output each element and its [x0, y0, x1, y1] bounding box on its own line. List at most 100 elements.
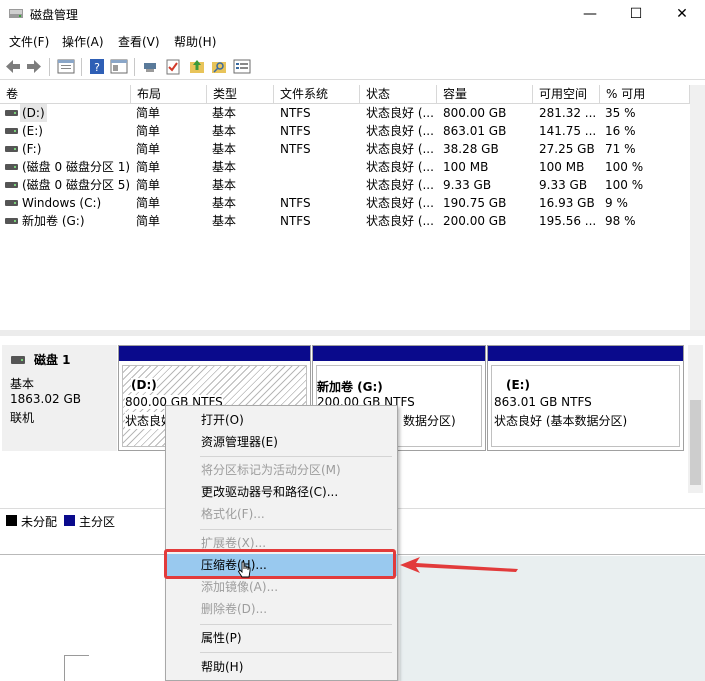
menu-item-explorer[interactable]: 资源管理器(E): [166, 431, 397, 453]
console-tree-icon[interactable]: [57, 58, 75, 75]
menu-item-mark-active: 将分区标记为活动分区(M): [201, 463, 341, 477]
column-header-capacity[interactable]: 容量: [437, 85, 533, 104]
table-row[interactable]: (E:) 简单 基本 NTFS 状态良好 (... 863.01 GB 141.…: [0, 122, 690, 140]
table-vertical-scrollbar[interactable]: [690, 85, 705, 330]
primary-partition-bar: [313, 346, 485, 361]
primary-partition-swatch: [64, 515, 75, 526]
drive-icon: [5, 146, 18, 152]
menu-item-change-drive-letter[interactable]: 更改驱动器号和路径(C)...: [166, 481, 397, 503]
forward-arrow-icon[interactable]: [25, 58, 43, 75]
table-row[interactable]: (磁盘 0 磁盘分区 1) 简单 基本 状态良好 (... 100 MB 100…: [0, 158, 690, 176]
table-row[interactable]: (D:) 简单 基本 NTFS 状态良好 (... 800.00 GB 281.…: [0, 104, 690, 122]
column-header-layout[interactable]: 布局: [131, 85, 207, 104]
column-header-type[interactable]: 类型: [207, 85, 274, 104]
menu-action[interactable]: 操作(A): [62, 33, 104, 50]
legend-primary: 主分区: [79, 515, 116, 529]
table-row[interactable]: (F:) 简单 基本 NTFS 状态良好 (... 38.28 GB 27.25…: [0, 140, 690, 158]
partition-e[interactable]: (E:) 863.01 GB NTFS 状态良好 (基本数据分区): [487, 345, 684, 451]
column-header-status[interactable]: 状态: [360, 85, 437, 104]
primary-partition-bar: [119, 346, 310, 361]
cell-free-space: 195.56 ...: [539, 214, 597, 228]
cell-status: 状态良好 (...: [366, 142, 434, 156]
menu-item-properties[interactable]: 属性(P): [166, 627, 397, 649]
connect-icon[interactable]: [142, 58, 160, 75]
table-row[interactable]: (磁盘 0 磁盘分区 5) 简单 基本 状态良好 (... 9.33 GB 9.…: [0, 176, 690, 194]
cell-capacity: 200.00 GB: [443, 214, 507, 228]
menu-item-help[interactable]: 帮助(H): [166, 656, 397, 678]
menu-help[interactable]: 帮助(H): [174, 33, 216, 50]
cell-percent-free: 16 %: [605, 124, 636, 138]
column-header-volume[interactable]: 卷: [0, 85, 131, 104]
disk-status: 联机: [10, 411, 35, 425]
cell-layout: 简单: [136, 214, 161, 228]
list-view-icon[interactable]: [233, 58, 251, 75]
cell-volume: (E:): [22, 124, 43, 138]
primary-partition-bar: [488, 346, 683, 361]
cell-capacity: 100 MB: [443, 160, 489, 174]
menu-item-open[interactable]: 打开(O): [166, 409, 397, 431]
column-header-percent-free[interactable]: % 可用: [600, 85, 690, 104]
cell-type: 基本: [212, 214, 237, 228]
cell-volume: 新加卷 (G:): [22, 214, 85, 228]
toolbar-separator: [134, 58, 135, 76]
context-menu: 打开(O) 资源管理器(E) 将分区标记为活动分区(M) 更改驱动器号和路径(C…: [165, 405, 398, 681]
cell-type: 基本: [212, 196, 237, 210]
scrollbar-thumb[interactable]: [690, 400, 701, 485]
annotation-arrow-icon: [400, 557, 518, 573]
help-icon[interactable]: ?: [88, 58, 106, 75]
pane-splitter[interactable]: [0, 330, 705, 336]
disk-management-app-icon: [9, 9, 23, 18]
legend-unallocated: 未分配: [21, 515, 58, 529]
cell-volume: (F:): [22, 142, 42, 156]
cell-capacity: 9.33 GB: [443, 178, 492, 192]
cell-filesystem: NTFS: [280, 124, 311, 138]
menu-separator: [200, 652, 392, 653]
partition-label: (E:): [506, 378, 530, 392]
toolbar: ?: [0, 54, 705, 80]
graph-vertical-scrollbar[interactable]: [688, 345, 703, 493]
background-window-edge: [64, 655, 89, 681]
partition-label: (D:): [131, 378, 157, 392]
cell-type: 基本: [212, 160, 237, 174]
disk-info-panel[interactable]: 磁盘 1 基本 1863.02 GB 联机: [2, 345, 117, 451]
menu-item-delete-volume: 删除卷(D)...: [201, 602, 268, 616]
toolbar-separator: [81, 58, 82, 76]
menu-separator: [200, 456, 392, 457]
cell-type: 基本: [212, 178, 237, 192]
title-bar: 磁盘管理 — ☐ ✕: [0, 0, 705, 28]
toolbar-separator: [49, 58, 50, 76]
drive-icon: [5, 128, 18, 134]
up-folder-icon[interactable]: [188, 58, 206, 75]
properties-view-icon[interactable]: [110, 58, 128, 75]
cell-volume: (磁盘 0 磁盘分区 5): [22, 178, 131, 192]
cell-percent-free: 98 %: [605, 214, 636, 228]
cell-free-space: 141.75 ...: [539, 124, 597, 138]
disk-name: 磁盘 1: [34, 353, 71, 367]
minimize-button[interactable]: —: [567, 0, 613, 28]
search-folder-icon[interactable]: [210, 58, 228, 75]
unallocated-swatch: [6, 515, 17, 526]
column-header-filesystem[interactable]: 文件系统: [274, 85, 360, 104]
cell-status: 状态良好 (...: [366, 214, 434, 228]
cell-free-space: 27.25 GB: [539, 142, 595, 156]
cell-percent-free: 71 %: [605, 142, 636, 156]
cell-status: 状态良好 (...: [366, 124, 434, 138]
close-button[interactable]: ✕: [659, 0, 705, 28]
cell-capacity: 38.28 GB: [443, 142, 499, 156]
drive-icon: [5, 110, 18, 116]
drive-icon: [5, 218, 18, 224]
partition-status-visible: 数据分区): [403, 414, 456, 428]
menu-item-format: 格式化(F)...: [201, 507, 265, 521]
back-arrow-icon[interactable]: [4, 58, 22, 75]
checklist-icon[interactable]: [164, 58, 182, 75]
column-header-free-space[interactable]: 可用空间: [533, 85, 600, 104]
table-row[interactable]: 新加卷 (G:) 简单 基本 NTFS 状态良好 (... 200.00 GB …: [0, 212, 690, 230]
cell-status: 状态良好 (...: [366, 160, 434, 174]
menu-file[interactable]: 文件(F): [9, 33, 49, 50]
maximize-button[interactable]: ☐: [613, 0, 659, 28]
window-title: 磁盘管理: [30, 8, 79, 22]
cell-percent-free: 9 %: [605, 196, 628, 210]
menu-view[interactable]: 查看(V): [118, 33, 160, 50]
table-row[interactable]: Windows (C:) 简单 基本 NTFS 状态良好 (... 190.75…: [0, 194, 690, 212]
cell-status: 状态良好 (...: [366, 196, 434, 210]
